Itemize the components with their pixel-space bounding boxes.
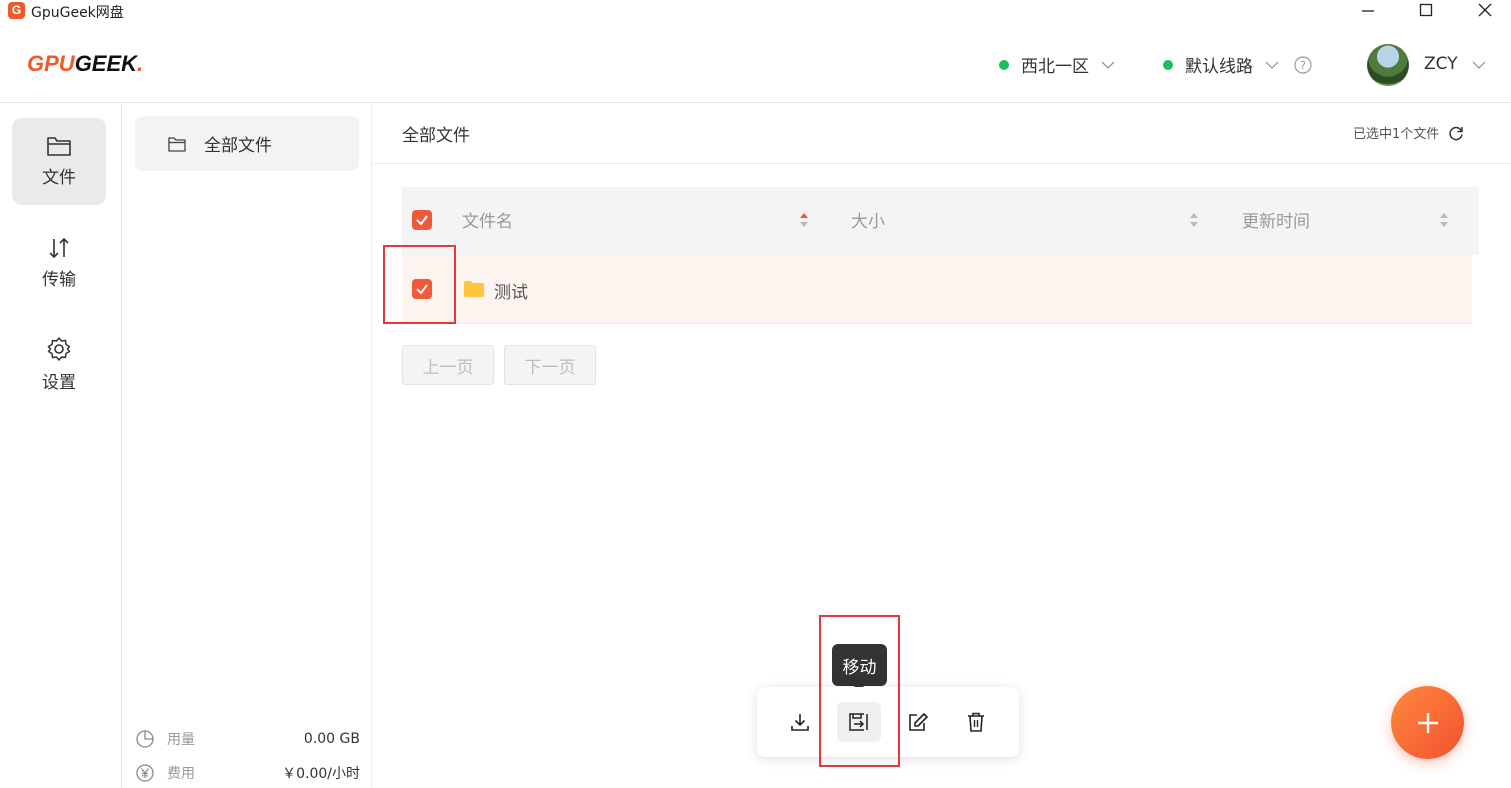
logo: GPUGEEK. [27,51,144,76]
cost-value: ￥0.00/小时 [282,766,360,782]
route-select[interactable]: 默认线路 ? [1163,52,1312,77]
cost-stat: 费用 ￥0.00/小时 [135,763,360,783]
prev-page-button[interactable]: 上一页 [402,345,494,385]
svg-text:?: ? [1300,59,1306,72]
title-bar: G GpuGeek网盘 [0,0,1511,22]
main-divider [372,163,1511,164]
plus-icon [1417,712,1438,733]
highlight-box [383,245,456,324]
minimize-button[interactable] [1348,0,1388,20]
usage-value: 0.00 GB [303,731,360,747]
folder-icon [47,137,71,156]
refresh-icon[interactable] [1448,125,1464,141]
chevron-down-icon[interactable] [1472,60,1486,70]
rename-button[interactable] [896,702,940,742]
usage-label: 用量 [167,732,195,748]
folder-item-all-files[interactable]: 全部文件 [135,116,359,171]
pie-chart-icon [136,730,154,748]
highlight-box [819,615,900,767]
sort-icon[interactable] [1439,211,1449,229]
left-rail: 文件 传输 设置 [0,103,122,788]
chevron-down-icon [1265,61,1279,69]
help-icon[interactable]: ? [1294,55,1312,74]
check-icon [416,215,428,226]
usage-stat: 用量 0.00 GB [135,729,360,749]
edit-icon [909,713,928,731]
cost-label: 费用 [167,766,195,782]
table-header: 文件名 大小 更新时间 [402,187,1479,255]
route-label: 默认线路 [1185,57,1253,77]
rail-item-label: 传输 [42,270,76,290]
transfer-icon [49,238,69,258]
delete-button[interactable] [954,702,998,742]
column-header-name[interactable]: 文件名 [462,207,513,232]
close-icon [1478,3,1492,17]
region-label: 西北一区 [1021,57,1089,77]
chevron-down-icon [1101,61,1115,69]
maximize-button[interactable] [1406,0,1446,20]
column-header-updated[interactable]: 更新时间 [1242,207,1310,232]
gear-icon [47,337,71,361]
status-dot [999,59,1009,70]
window-title: GpuGeek网盘 [31,5,124,21]
selected-count-label: 已选中1个文件 [1353,127,1440,142]
breadcrumb: 全部文件 [402,126,470,146]
username[interactable]: ZCY [1424,54,1458,74]
folder-panel: 全部文件 用量 0.00 GB 费用 ￥0.00/小时 [122,103,372,788]
rail-item-label: 文件 [42,168,76,188]
next-page-button[interactable]: 下一页 [504,345,596,385]
trash-icon [968,712,984,732]
status-dot [1163,59,1173,70]
sort-icon[interactable] [1189,211,1199,229]
rail-item-files[interactable]: 文件 [12,118,106,205]
column-header-size[interactable]: 大小 [851,207,885,232]
minimize-icon [1362,10,1374,12]
file-name[interactable]: 测试 [494,278,528,303]
folder-icon [464,281,484,297]
maximize-icon [1419,3,1433,17]
avatar[interactable] [1367,44,1409,86]
folder-item-label: 全部文件 [204,136,272,156]
add-button[interactable] [1391,686,1464,759]
folder-icon [168,136,186,152]
app-icon: G [8,2,25,19]
download-button[interactable] [778,702,822,742]
select-all-checkbox[interactable] [412,210,432,230]
rail-item-label: 设置 [42,373,76,393]
rail-item-settings[interactable]: 设置 [12,321,106,408]
rail-item-transfer[interactable]: 传输 [12,220,106,307]
yen-icon [136,764,154,782]
selection-status: 已选中1个文件 [1353,123,1464,142]
table-row[interactable]: 测试 [402,255,1472,324]
region-select[interactable]: 西北一区 [999,52,1115,77]
close-button[interactable] [1465,0,1505,20]
sort-icon[interactable] [799,211,809,229]
download-icon [791,714,809,731]
